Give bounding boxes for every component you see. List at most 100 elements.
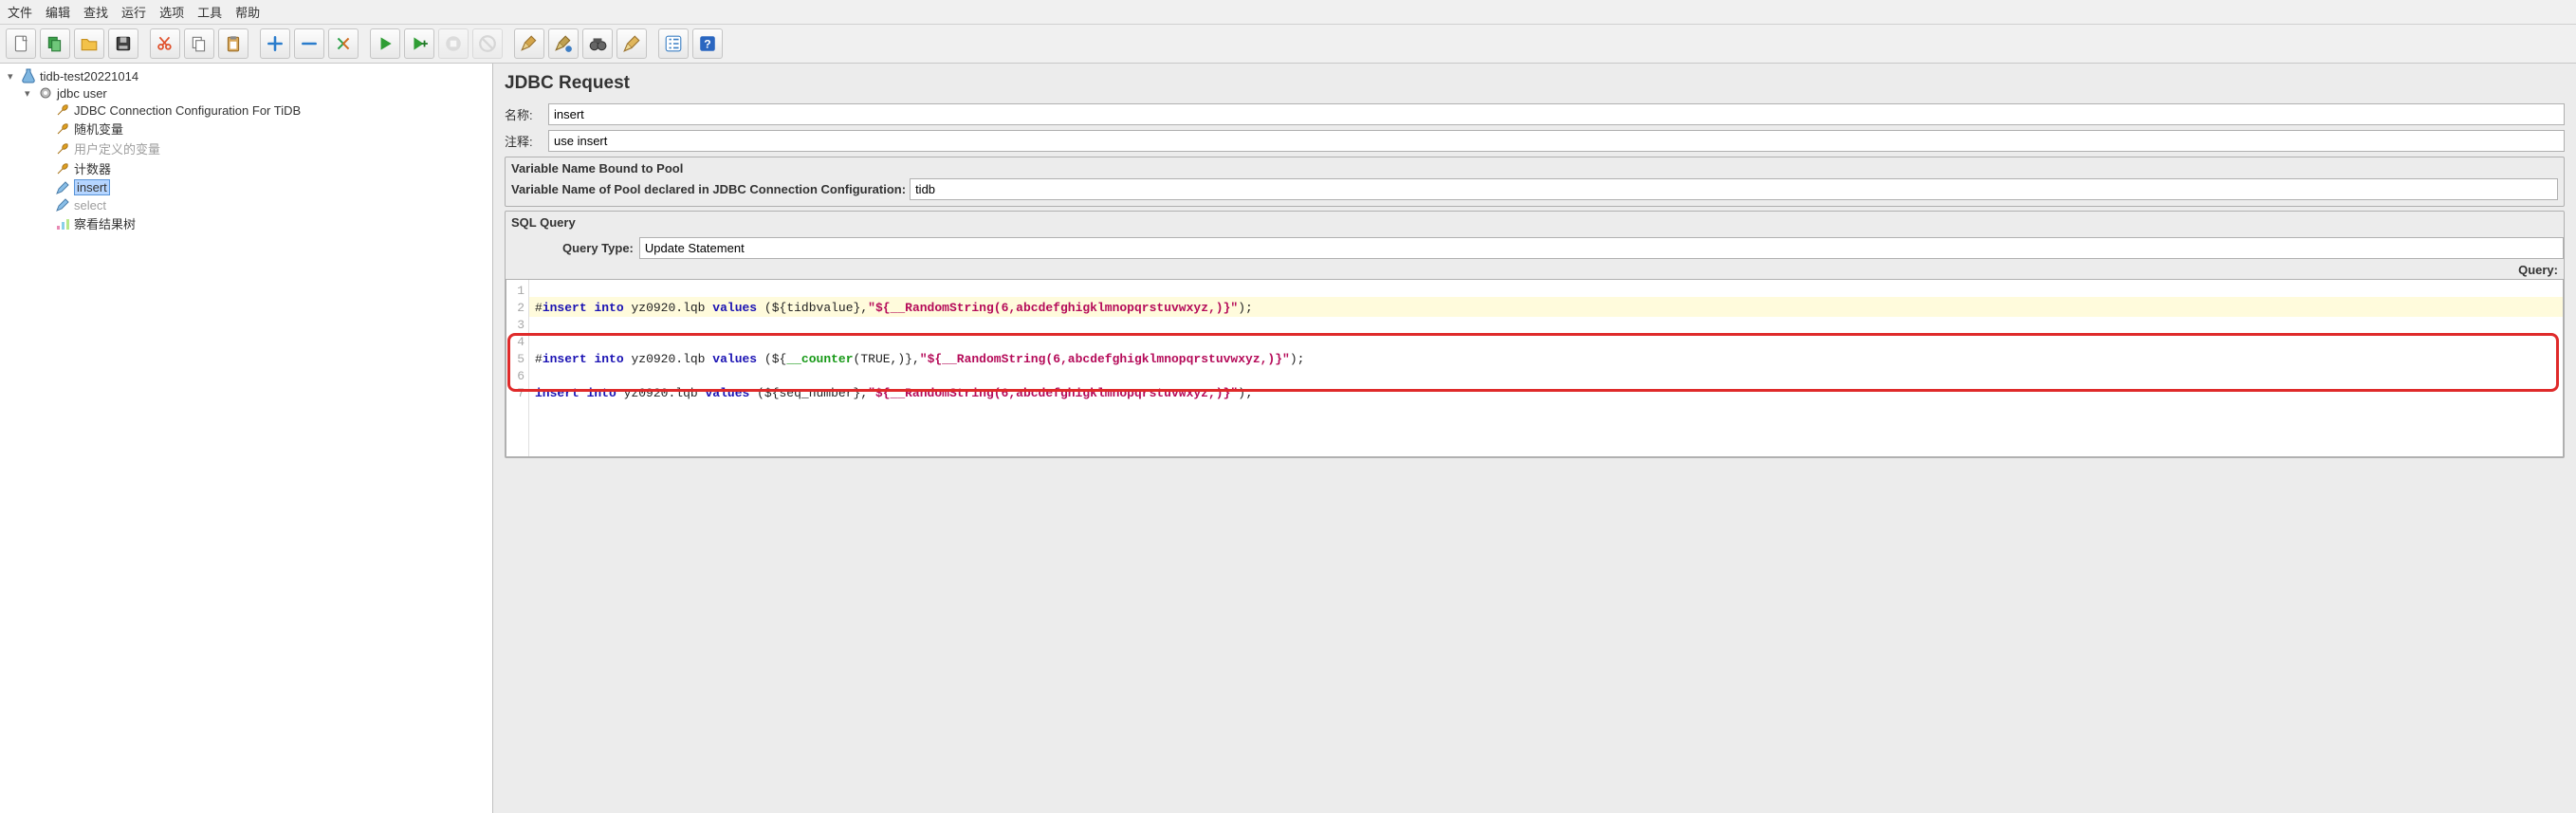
code-fn: __counter [786, 352, 853, 366]
tree-counter[interactable]: 计数器 [40, 158, 488, 178]
code-text: # [535, 352, 543, 366]
pool-fieldset-title: Variable Name Bound to Pool [511, 161, 2558, 178]
paste-icon[interactable] [218, 28, 248, 59]
gear-icon [38, 85, 53, 101]
code-kw: into [587, 386, 616, 400]
code-text: ); [1238, 386, 1253, 400]
code-area[interactable]: #insert into yz0920.lqb values (${tidbva… [529, 280, 2563, 456]
line-number: 3 [506, 317, 524, 334]
flask-icon [21, 68, 36, 83]
svg-text:?: ? [704, 37, 710, 50]
menu-search[interactable]: 查找 [83, 3, 108, 21]
code-text: ); [1290, 352, 1305, 366]
code-kw: values [712, 301, 757, 315]
start-no-pauses-icon[interactable] [404, 28, 434, 59]
code-text: (${seq_number}, [749, 386, 868, 400]
code-text: yz0920.lqb [631, 301, 705, 315]
sql-fieldset-title: SQL Query [506, 212, 2564, 231]
wrench-icon [55, 161, 70, 176]
tree-jdbc-connection-label: JDBC Connection Configuration For TiDB [74, 103, 301, 118]
query-type-row: Query Type: [506, 237, 2564, 259]
line-number: 2 [506, 300, 524, 317]
code-blank [535, 403, 543, 417]
cut-icon[interactable] [150, 28, 180, 59]
comment-row: 注释: [505, 130, 2565, 152]
code-text: yz0920.lqb [624, 386, 698, 400]
sql-query-fieldset: SQL Query Query Type: Query: 1234567 #in… [505, 211, 2565, 458]
test-plan-tree: ▾ tidb-test20221014 ▾ [4, 67, 488, 233]
code-kw: into [594, 301, 623, 315]
tree-counter-label: 计数器 [74, 159, 111, 177]
tree-user-vars[interactable]: 用户定义的变量 [40, 139, 488, 158]
name-input[interactable] [548, 103, 2565, 125]
code-kw: values [712, 352, 757, 366]
tree-jdbc-connection[interactable]: JDBC Connection Configuration For TiDB [40, 102, 488, 119]
help-icon[interactable]: ? [692, 28, 723, 59]
search-icon[interactable] [582, 28, 613, 59]
right-panel: JDBC Request 名称: 注释: Variable Name Bound… [493, 64, 2576, 813]
menu-run[interactable]: 运行 [121, 3, 146, 21]
chart-icon [55, 216, 70, 231]
tree-panel: ▾ tidb-test20221014 ▾ [0, 64, 493, 813]
menu-tools[interactable]: 工具 [197, 3, 222, 21]
expand-icon[interactable] [260, 28, 290, 59]
pool-row: Variable Name of Pool declared in JDBC C… [511, 178, 2558, 200]
reset-search-icon[interactable] [616, 28, 647, 59]
tree-results[interactable]: 察看结果树 [40, 213, 488, 233]
code-text: # [535, 301, 543, 315]
tree-root[interactable]: ▾ tidb-test20221014 [6, 67, 488, 84]
tree-random-var[interactable]: 随机变量 [40, 119, 488, 139]
start-icon[interactable] [370, 28, 400, 59]
code-blank [535, 420, 543, 434]
name-label: 名称: [505, 105, 543, 123]
copy-icon[interactable] [184, 28, 214, 59]
toggle-icon[interactable]: ▾ [8, 70, 17, 83]
toggle-icon[interactable] [328, 28, 359, 59]
collapse-icon[interactable] [294, 28, 324, 59]
line-gutter: 1234567 [506, 280, 529, 456]
query-type-input[interactable] [639, 237, 2564, 259]
query-label: Query: [506, 259, 2564, 279]
save-icon[interactable] [108, 28, 138, 59]
tree-thread-group[interactable]: ▾ jdbc user [23, 84, 488, 102]
tree-insert[interactable]: insert [40, 178, 488, 196]
menu-help[interactable]: 帮助 [235, 3, 260, 21]
name-row: 名称: [505, 103, 2565, 125]
function-helper-icon[interactable] [658, 28, 689, 59]
wrench-icon [55, 141, 70, 157]
menu-file[interactable]: 文件 [8, 3, 32, 21]
pencil-icon [55, 197, 70, 212]
comment-input[interactable] [548, 130, 2565, 152]
open-icon[interactable] [74, 28, 104, 59]
menu-options[interactable]: 选项 [159, 3, 184, 21]
comment-label: 注释: [505, 132, 543, 150]
main-area: ▾ tidb-test20221014 ▾ [0, 64, 2576, 813]
wrench-icon [55, 102, 70, 118]
code-blank [535, 335, 543, 349]
page-title: JDBC Request [505, 73, 2565, 94]
tree-select[interactable]: select [40, 196, 488, 213]
wrench-icon [55, 121, 70, 137]
code-kw: insert [543, 301, 587, 315]
code-kw: into [594, 352, 623, 366]
tree-select-label: select [74, 198, 106, 212]
tree-insert-label: insert [74, 179, 110, 195]
pool-label: Variable Name of Pool declared in JDBC C… [511, 182, 906, 196]
pool-input[interactable] [910, 178, 2558, 200]
shutdown-icon [472, 28, 503, 59]
code-text: (${ [757, 352, 786, 366]
tree-thread-group-label: jdbc user [57, 86, 107, 101]
new-icon[interactable] [6, 28, 36, 59]
templates-icon[interactable] [40, 28, 70, 59]
stop-icon [438, 28, 469, 59]
sql-editor[interactable]: 1234567 #insert into yz0920.lqb values (… [506, 279, 2564, 457]
line-number: 5 [506, 351, 524, 368]
code-kw: insert [535, 386, 580, 400]
toggle-icon[interactable]: ▾ [25, 87, 34, 100]
clear-all-icon[interactable] [548, 28, 579, 59]
code-str: "${__RandomString(6,abcdefghigklmnopqrst… [920, 352, 1290, 366]
menu-edit[interactable]: 编辑 [46, 3, 70, 21]
tree-root-label: tidb-test20221014 [40, 69, 138, 83]
clear-icon[interactable] [514, 28, 544, 59]
line-number: 1 [506, 283, 524, 300]
